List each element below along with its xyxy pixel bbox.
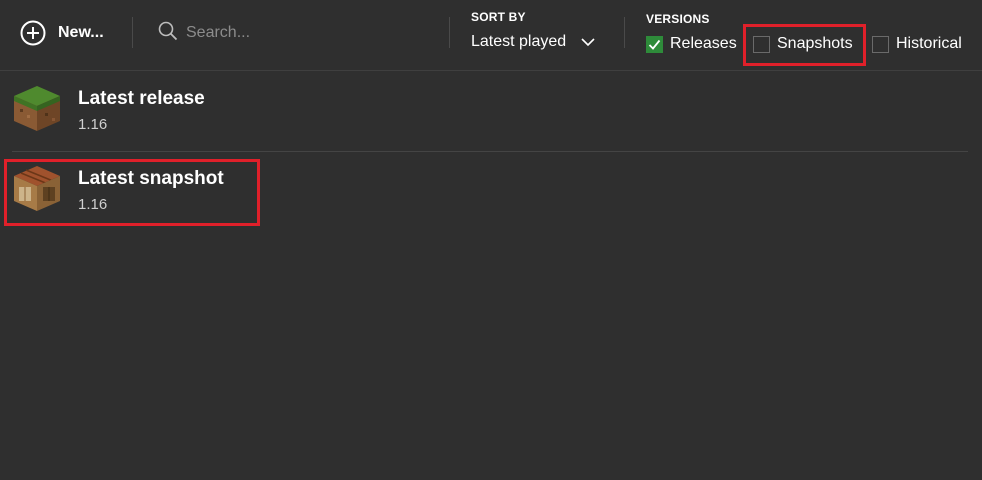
- checkmark-icon: [648, 39, 661, 50]
- sort-by-heading: SORT BY: [471, 10, 526, 24]
- releases-label: Releases: [670, 35, 737, 52]
- toolbar-divider: [449, 17, 450, 48]
- toolbar: New... Search... SORT BY Latest played V…: [0, 0, 982, 71]
- grass-block-icon: [12, 83, 62, 133]
- plus-circle-icon: [20, 20, 46, 46]
- snapshots-checkbox[interactable]: Snapshots: [753, 33, 853, 55]
- new-installation-button[interactable]: New...: [20, 20, 104, 46]
- checkbox-checked[interactable]: [646, 35, 663, 53]
- installation-row[interactable]: Latest snapshot 1.16: [12, 152, 968, 224]
- historical-checkbox[interactable]: Historical: [872, 33, 962, 55]
- checkbox-unchecked[interactable]: [753, 35, 770, 53]
- installation-version: 1.16: [78, 116, 108, 133]
- snapshots-label: Snapshots: [777, 35, 853, 52]
- installation-name: Latest snapshot: [78, 168, 224, 189]
- search-icon: [158, 21, 178, 46]
- installation-version: 1.16: [78, 196, 108, 213]
- releases-checkbox[interactable]: Releases: [646, 33, 737, 55]
- versions-heading: VERSIONS: [646, 12, 710, 26]
- new-button-label: New...: [58, 24, 104, 41]
- sort-by-value: Latest played: [471, 33, 567, 50]
- chevron-down-icon: [580, 34, 596, 50]
- crafting-table-icon: [12, 163, 62, 213]
- toolbar-divider: [624, 17, 625, 48]
- sort-by-dropdown[interactable]: Latest played: [471, 31, 596, 53]
- toolbar-divider: [132, 17, 133, 48]
- checkbox-unchecked[interactable]: [872, 35, 889, 53]
- installation-name: Latest release: [78, 88, 205, 109]
- installation-row[interactable]: Latest release 1.16: [12, 72, 968, 144]
- search-placeholder: Search...: [186, 24, 251, 41]
- historical-label: Historical: [896, 35, 962, 52]
- search-input[interactable]: Search...: [158, 20, 438, 46]
